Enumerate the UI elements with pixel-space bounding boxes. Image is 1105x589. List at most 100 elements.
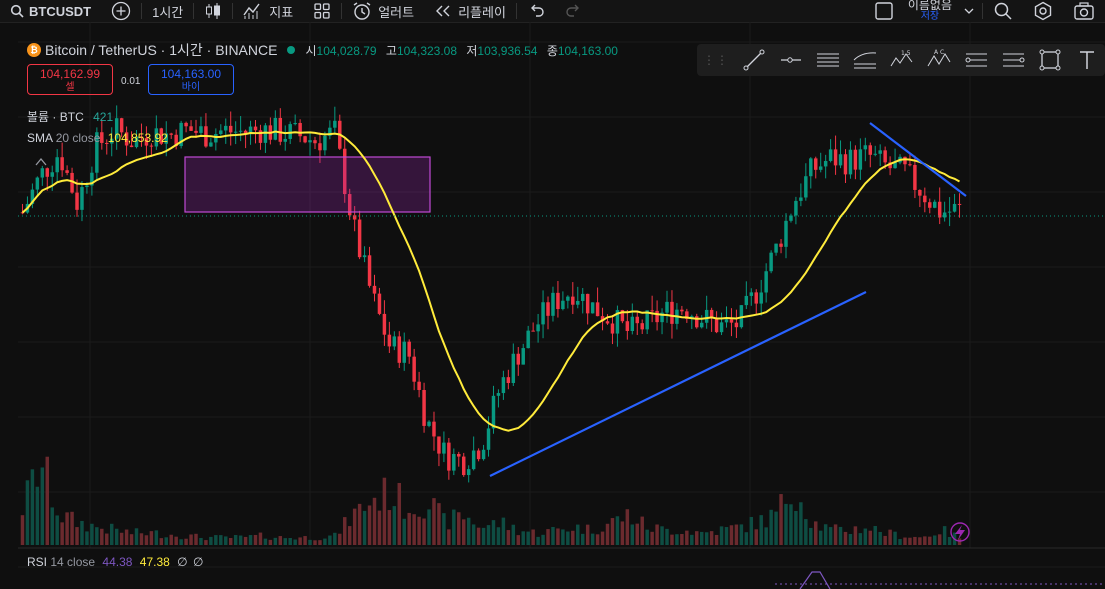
alarm-clock-icon: [352, 1, 372, 21]
chevron-down-icon[interactable]: [956, 7, 982, 15]
candle-body: [784, 220, 788, 247]
square-icon: [874, 1, 894, 21]
candle-body: [957, 203, 962, 205]
candle-body: [556, 292, 560, 310]
abcd-pattern-tool[interactable]: A C: [920, 44, 957, 76]
volume-bar: [918, 537, 922, 545]
volume-bar: [362, 510, 367, 545]
candle-body: [35, 177, 40, 190]
candle-body: [531, 330, 535, 332]
volume-bar: [734, 524, 739, 545]
volume-bar: [496, 527, 501, 545]
trend-line-tool[interactable]: [735, 44, 772, 76]
candle-body: [372, 285, 377, 294]
buy-price: 104,163.00: [160, 67, 222, 81]
volume-bar: [437, 503, 441, 545]
candle-body: [823, 160, 828, 167]
candle-body: [843, 154, 848, 175]
buy-button[interactable]: 104,163.00 바이: [148, 64, 234, 95]
volume-bar: [412, 514, 416, 545]
volume-bar: [868, 530, 873, 545]
volume-bar: [729, 525, 734, 545]
settings-button[interactable]: [1023, 0, 1063, 22]
volume-bar: [447, 529, 451, 545]
volume-bar: [665, 528, 669, 545]
fib-retracement-tool[interactable]: [957, 44, 994, 76]
compare-symbol-button[interactable]: [101, 0, 141, 22]
candle-body: [214, 134, 218, 143]
redo-button[interactable]: [555, 0, 593, 22]
price-chart[interactable]: [0, 22, 1105, 589]
volume-bar: [600, 531, 605, 545]
volume-bar: [858, 533, 863, 545]
candle-body: [432, 421, 436, 437]
alert-button[interactable]: 얼러트: [342, 0, 424, 22]
layouts-button[interactable]: [303, 0, 341, 22]
undo-button[interactable]: [517, 0, 555, 22]
horizontal-ray-tool[interactable]: [772, 44, 809, 76]
quick-search-button[interactable]: [983, 0, 1023, 22]
symbol-legend: ₿ Bitcoin / TetherUS · 1시간 · BINANCE 시10…: [27, 40, 624, 60]
candle-body: [734, 322, 739, 328]
interval-selector[interactable]: 1시간: [142, 0, 193, 22]
candles-icon: [204, 2, 222, 20]
elliott-wave-tool[interactable]: 1 5: [883, 44, 920, 76]
chart-type-button[interactable]: [194, 0, 232, 22]
volume-bar: [377, 510, 382, 545]
volume-legend[interactable]: 볼륨 · BTC 421: [27, 108, 113, 125]
sell-button[interactable]: 104,162.99 셀: [27, 64, 113, 95]
volume-bar: [224, 536, 228, 545]
candle-body: [169, 133, 173, 135]
candle-body: [298, 122, 302, 137]
high-label: 고: [385, 43, 397, 58]
volume-bar: [55, 515, 59, 545]
rectangle-tool[interactable]: [1031, 44, 1068, 76]
layout-name-menu[interactable]: 이름없음 저장: [904, 0, 956, 22]
candle-body: [491, 395, 496, 429]
volume-bar: [40, 467, 45, 545]
candle-body: [273, 117, 278, 140]
sma-params: 20 close: [55, 131, 101, 145]
candle-body: [437, 436, 441, 454]
volume-bar: [194, 533, 198, 545]
drag-handle-icon[interactable]: ⋮⋮: [703, 53, 729, 67]
volume-bar: [823, 524, 828, 545]
text-tool[interactable]: [1068, 44, 1105, 76]
candle-body: [878, 150, 882, 154]
volume-bar: [258, 532, 263, 545]
volume-bar: [898, 539, 902, 545]
candle-body: [749, 292, 754, 296]
indicators-button[interactable]: 지표: [233, 0, 303, 22]
volume-bar: [561, 529, 565, 545]
volume-bar: [248, 535, 253, 545]
volume-bar: [432, 498, 436, 545]
volume-bar: [243, 536, 248, 545]
candle-body: [883, 150, 887, 163]
gann-box-tool[interactable]: [994, 44, 1031, 76]
sell-price: 104,162.99: [39, 67, 101, 81]
layout-checkbox[interactable]: [864, 0, 904, 22]
candle-body: [45, 168, 50, 177]
volume-bar: [119, 532, 124, 545]
volume-bar: [888, 529, 892, 545]
candle-body: [595, 302, 600, 317]
volume-bar: [799, 502, 803, 545]
regression-trend-tool[interactable]: [846, 44, 883, 76]
volume-bar: [457, 512, 461, 545]
snapshot-button[interactable]: [1063, 0, 1105, 22]
text-t-icon: [1079, 51, 1094, 69]
volume-bar: [323, 538, 327, 545]
sma-legend[interactable]: SMA 20 close 104,853.92: [27, 131, 168, 145]
replay-button[interactable]: 리플레이: [424, 0, 516, 22]
parallel-channel-tool[interactable]: [809, 44, 846, 76]
candle-body: [402, 341, 406, 363]
rsi-legend[interactable]: RSI 14 close 44.38 47.38 ∅ ∅: [27, 555, 203, 569]
symbol-title[interactable]: Bitcoin / TetherUS · 1시간 · BINANCE: [45, 40, 277, 60]
candle-body: [903, 156, 907, 165]
candle-body: [501, 377, 506, 394]
volume-bar: [233, 535, 238, 545]
consolidation-rectangle: [184, 156, 431, 213]
candle-body: [937, 201, 942, 218]
volume-bar: [357, 503, 362, 545]
symbol-search[interactable]: BTCUSDT: [0, 0, 101, 22]
